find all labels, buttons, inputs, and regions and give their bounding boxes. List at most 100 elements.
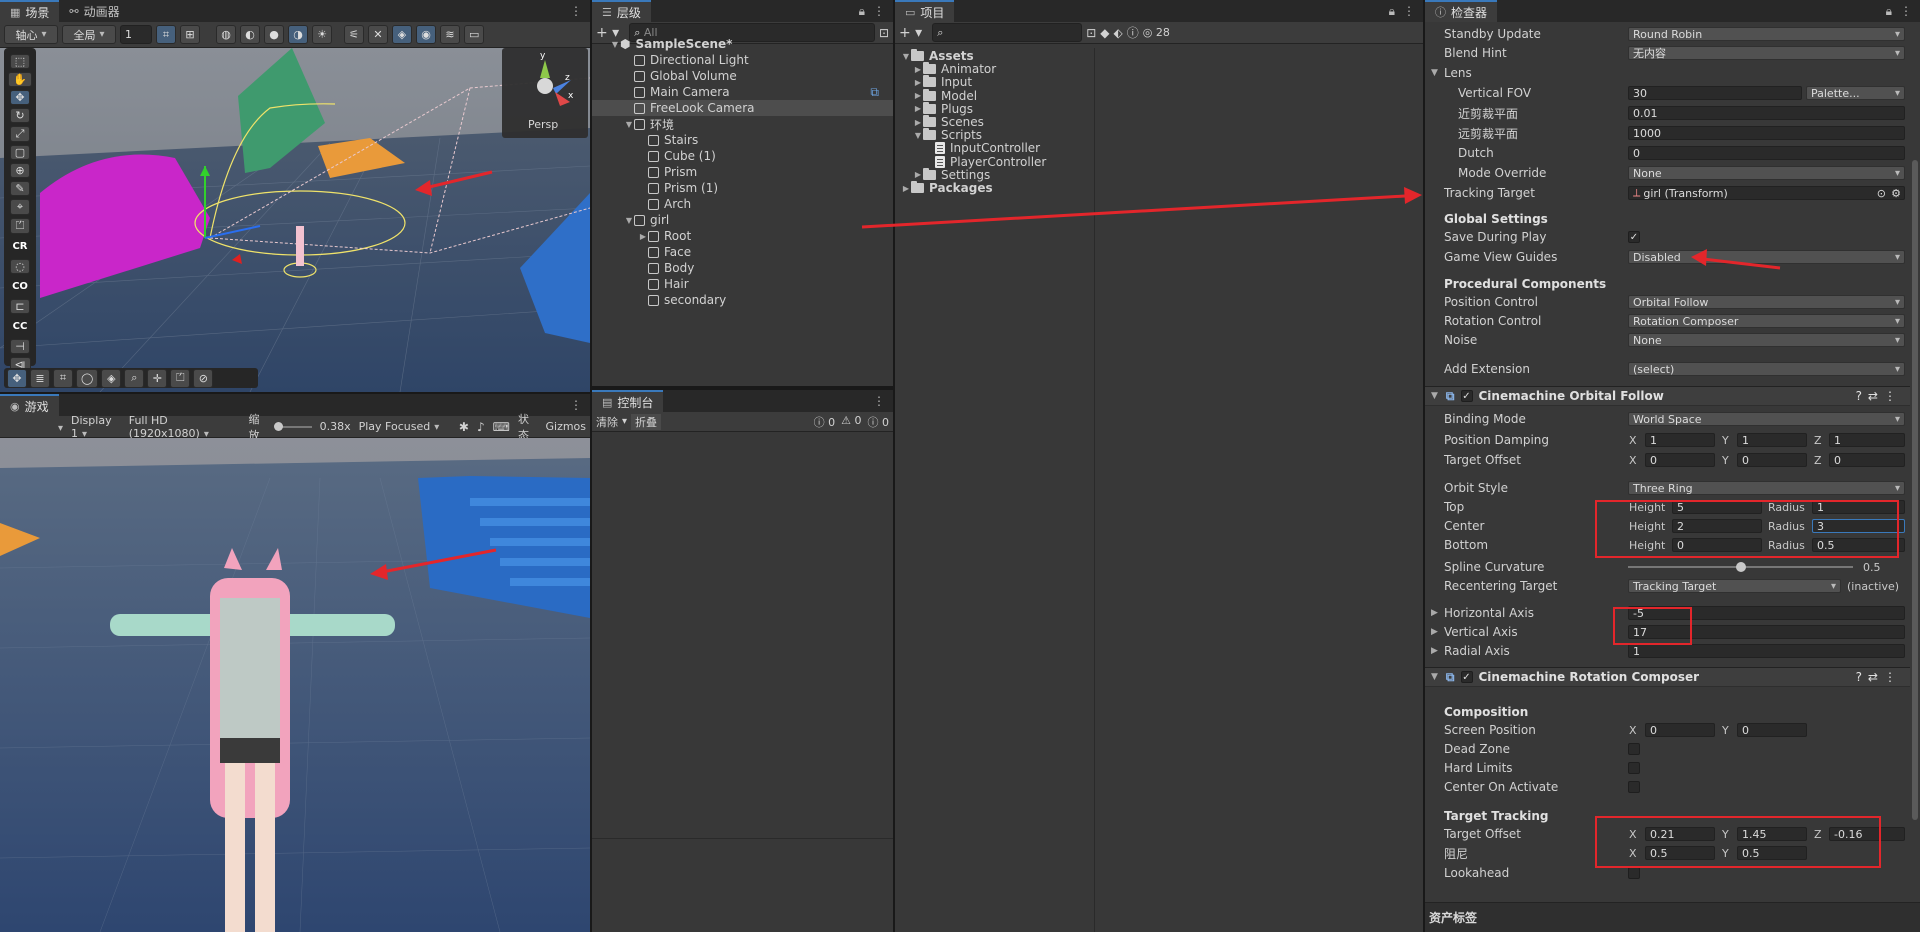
project-search-input[interactable]: ⌕ (932, 23, 1083, 42)
foldout-icon[interactable]: ▼ (624, 216, 634, 225)
persp-label[interactable]: Persp (528, 118, 558, 131)
foldout-icon[interactable]: ▼ (913, 131, 923, 140)
hierarchy-item[interactable]: Hair (592, 276, 893, 292)
layers-button[interactable]: ◈ (392, 25, 412, 44)
transform-tool-button[interactable]: ⊕ (10, 163, 30, 178)
orbital-follow-header[interactable]: ▼ ⧉ ✓ Cinemachine Orbital Follow ?⇄⋮ (1425, 386, 1910, 406)
position-damping-x[interactable]: 1 (1645, 433, 1715, 447)
grid-snap-button[interactable]: ⌗ (156, 25, 176, 44)
save-during-play-checkbox[interactable]: ✓ (1628, 231, 1640, 243)
hierarchy-item[interactable]: Directional Light (592, 52, 893, 68)
spline-curvature-value[interactable]: 0.5 (1863, 561, 1881, 574)
collapse-button[interactable]: 折叠 (631, 413, 662, 430)
noise-dropdown[interactable]: None (1628, 333, 1905, 347)
scale-tool-button[interactable]: ⤢ (10, 126, 30, 142)
shading-shaded-button[interactable]: ● (264, 25, 284, 44)
rotation-composer-header[interactable]: ▼ ⧉ ✓ Cinemachine Rotation Composer ?⇄⋮ (1425, 667, 1910, 687)
keyboard-icon[interactable]: ⌨ (493, 420, 510, 434)
split-tool-button[interactable]: ⊣ (10, 339, 30, 354)
hand-tool-button[interactable]: ✋ (8, 72, 32, 87)
display-dropdown[interactable]: Display 1 (71, 414, 121, 440)
lookahead-checkbox[interactable] (1628, 867, 1640, 879)
hierarchy-item[interactable]: Arch (592, 196, 893, 212)
tool-cc[interactable]: CC (13, 317, 28, 336)
foldout-icon[interactable]: ▶ (913, 65, 923, 74)
scale-slider-knob[interactable] (274, 421, 284, 431)
binding-mode-dropdown[interactable]: World Space (1628, 412, 1905, 426)
tab-hierarchy[interactable]: ☰ 层级 (592, 0, 651, 22)
near-clip-input[interactable]: 0.01 (1628, 106, 1905, 120)
increment-snap-button[interactable]: ⊞ (180, 25, 200, 44)
clear-button[interactable]: 清除 (596, 414, 618, 430)
asset-labels-footer[interactable]: 资产标签 (1425, 902, 1920, 932)
grid-size-field[interactable]: 1 (120, 25, 152, 44)
screen-position-x[interactable]: 0 (1645, 723, 1715, 737)
scene-tab-menu[interactable]: ⋮ (570, 4, 590, 18)
foldout-icon[interactable]: ▼ (610, 40, 620, 49)
project-item[interactable]: ▶ Packages (895, 180, 1094, 196)
play-mode-dropdown[interactable]: Play Focused (359, 420, 451, 433)
warning-count[interactable]: ⚠ 0 (841, 414, 861, 430)
shading-wire-button[interactable]: ◍ (216, 25, 236, 44)
game-viewport[interactable] (0, 438, 590, 932)
pivot-dropdown[interactable]: 轴心 (4, 25, 58, 44)
log-count[interactable]: ⓘ 0 (814, 414, 836, 430)
mode-override-dropdown[interactable]: None (1628, 166, 1905, 180)
error-count[interactable]: ⓘ 0 (868, 414, 890, 430)
hard-limits-checkbox[interactable] (1628, 762, 1640, 774)
overlay-layers-button[interactable]: ◈ (101, 368, 122, 388)
overlay-grid-button[interactable]: ⌗ (53, 368, 73, 388)
hierarchy-menu-icon[interactable]: ⋮ (873, 4, 885, 19)
target-offset-z[interactable]: 0 (1829, 453, 1905, 467)
visibility-button[interactable]: ◉ (416, 25, 436, 44)
console-menu-icon[interactable]: ⋮ (873, 394, 893, 408)
inspector-scrollbar[interactable] (1912, 160, 1918, 820)
hierarchy-item[interactable]: Cube (1) (592, 148, 893, 164)
add-extension-dropdown[interactable]: (select) (1628, 362, 1905, 376)
rect-tool-button[interactable]: ▢ (9, 145, 31, 160)
spline-curvature-knob[interactable] (1735, 562, 1746, 572)
target-settings-icon[interactable]: ⚙ (1891, 187, 1901, 199)
resolution-dropdown[interactable]: Full HD (1920x1080) (129, 414, 241, 440)
hierarchy-item[interactable]: Main Camera ⧉ (592, 84, 893, 100)
inspector-menu-icon[interactable]: ⋮ (1900, 4, 1912, 19)
row-lens[interactable]: ▼ Lens (1425, 65, 1910, 81)
orbit-style-dropdown[interactable]: Three Ring (1628, 481, 1905, 495)
composer-foldout-icon[interactable]: ▼ (1431, 672, 1438, 682)
bug-icon[interactable]: ✱ (459, 420, 469, 434)
project-menu-icon[interactable]: ⋮ (1403, 4, 1415, 19)
filter-icon[interactable]: ◆ (1100, 26, 1109, 40)
overlay-search-button[interactable]: ⌕ (124, 368, 145, 388)
hierarchy-item[interactable]: Global Volume (592, 68, 893, 84)
far-clip-input[interactable]: 1000 (1628, 126, 1905, 140)
fov-preset-dropdown[interactable]: Palette... (1806, 86, 1905, 100)
hierarchy-item[interactable]: ▶ Root (592, 228, 893, 244)
composer-enabled-checkbox[interactable]: ✓ (1460, 671, 1473, 683)
screen-position-y[interactable]: 0 (1737, 723, 1807, 737)
audio-icon[interactable]: ♪ (477, 420, 485, 434)
hierarchy-item[interactable]: Stairs (592, 132, 893, 148)
shading-shaded-wire-button[interactable]: ◐ (240, 25, 260, 44)
tab-game[interactable]: ◉ 游戏 (0, 394, 59, 416)
tab-animator[interactable]: ⚯ 动画器 (59, 0, 129, 22)
view-tool-button[interactable]: ⬚ (9, 54, 31, 69)
hierarchy-item[interactable]: Body (592, 260, 893, 276)
overlay-pan-button[interactable]: ✛ (147, 368, 168, 388)
scene-viewport[interactable]: y z x Persp (0, 48, 590, 392)
position-damping-y[interactable]: 1 (1737, 433, 1807, 447)
tool-co[interactable]: CO (12, 277, 28, 296)
lighting-button[interactable]: ☀ (312, 25, 332, 44)
orbital-enabled-checkbox[interactable]: ✓ (1460, 390, 1473, 402)
tab-scene[interactable]: ▦ 场景 (0, 0, 60, 22)
info-icon[interactable]: ⓘ (1127, 24, 1139, 41)
foldout-icon[interactable]: ▶ (913, 78, 923, 87)
position-control-dropdown[interactable]: Orbital Follow (1628, 295, 1905, 309)
overlay-move-button[interactable]: ✥ (7, 368, 27, 388)
layers-stack-button[interactable]: ≋ (440, 25, 460, 44)
game-view-guides-dropdown[interactable]: Disabled (1628, 250, 1905, 264)
standby-update-dropdown[interactable]: Round Robin (1628, 27, 1905, 41)
move-tool-button[interactable]: ✥ (10, 90, 30, 105)
horizontal-axis-foldout-icon[interactable]: ▶ (1431, 608, 1438, 618)
foldout-icon[interactable]: ▶ (638, 232, 648, 241)
vertical-axis-foldout-icon[interactable]: ▶ (1431, 627, 1438, 637)
